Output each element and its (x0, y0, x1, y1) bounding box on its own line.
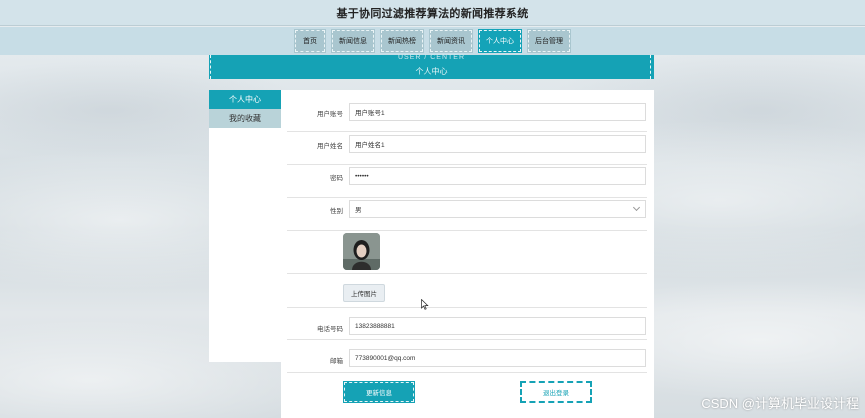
nav-item-news-feed[interactable]: 新闻资讯 (429, 29, 473, 53)
sidebar: 个人中心 我的收藏 (209, 90, 281, 362)
gender-select[interactable]: 男 (349, 200, 646, 218)
site-title: 基于协同过滤推荐算法的新闻推荐系统 (336, 7, 529, 20)
gender-label: 性别 (330, 208, 343, 215)
nav-item-user-center[interactable]: 个人中心 (478, 29, 522, 53)
form-row-password: 密码 •••••• (287, 166, 647, 198)
form-row-name: 用户姓名 用户姓名1 (287, 134, 647, 165)
email-field[interactable]: 773890001@qq.com (349, 349, 646, 367)
watermark: CSDN @计算机毕业设计程 (701, 396, 859, 411)
password-label: 密码 (330, 175, 343, 182)
logout-button[interactable]: 退出登录 (520, 381, 592, 403)
form-row-phone: 电话号码 13823888881 (287, 309, 647, 340)
upload-image-button[interactable]: 上传图片 (343, 284, 385, 302)
mouse-cursor-icon (421, 299, 429, 310)
main-nav: 首页 新闻信息 新闻热榜 新闻资讯 个人中心 后台管理 (0, 27, 865, 55)
sidebar-item-favorites[interactable]: 我的收藏 (209, 109, 281, 128)
form-row-email: 邮箱 773890001@qq.com (287, 341, 647, 373)
form-row-account: 用户账号 用户账号1 (287, 102, 647, 132)
nav-item-news-info[interactable]: 新闻信息 (331, 29, 375, 53)
phone-label: 电话号码 (317, 326, 343, 333)
gender-value: 男 (355, 207, 362, 214)
name-field[interactable]: 用户姓名1 (349, 135, 646, 153)
profile-form: 用户账号 用户账号1 用户姓名 用户姓名1 密码 •••••• 性别 男 上传图… (281, 90, 654, 418)
form-row-gender: 性别 男 (287, 199, 647, 231)
nav-item-news-hot[interactable]: 新闻热榜 (380, 29, 424, 53)
account-label: 用户账号 (317, 111, 343, 118)
banner-subtitle: USER / CENTER (397, 54, 466, 61)
form-row-upload (287, 274, 647, 308)
form-row-avatar (287, 231, 647, 274)
site-header: 基于协同过滤推荐算法的新闻推荐系统 (0, 0, 865, 26)
update-info-button[interactable]: 更新信息 (343, 381, 415, 403)
banner-title: 个人中心 (415, 67, 448, 76)
page-banner: USER / CENTER 个人中心 (209, 54, 654, 79)
phone-field[interactable]: 13823888881 (349, 317, 646, 335)
nav-item-admin[interactable]: 后台管理 (527, 29, 571, 53)
password-field[interactable]: •••••• (349, 167, 646, 185)
avatar (343, 233, 380, 270)
name-label: 用户姓名 (317, 143, 343, 150)
nav-item-home[interactable]: 首页 (294, 29, 326, 53)
account-field[interactable]: 用户账号1 (349, 103, 646, 121)
email-label: 邮箱 (330, 358, 343, 365)
sidebar-item-user-center[interactable]: 个人中心 (209, 90, 281, 109)
chevron-down-icon (632, 203, 641, 212)
